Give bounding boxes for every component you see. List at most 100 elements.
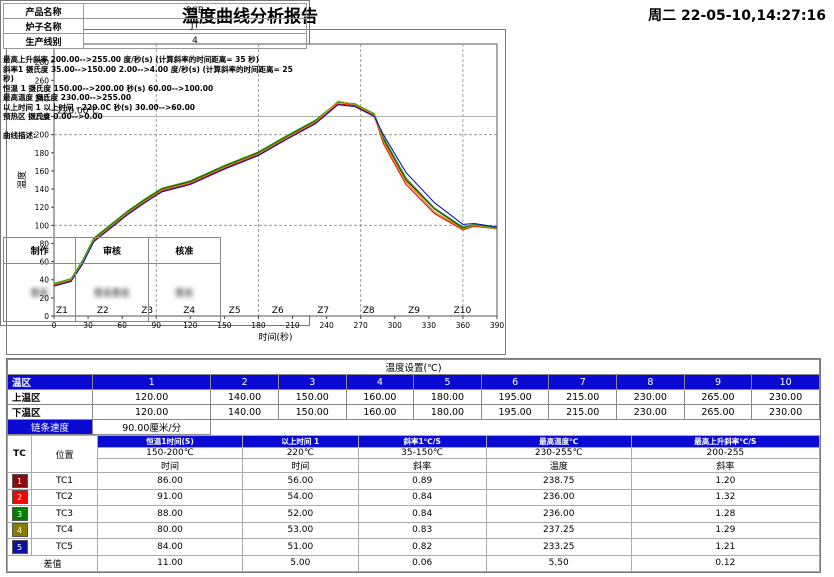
zone-temp-value: 120.00: [91, 404, 212, 420]
param-line: 预热区 摄氏度 0.00-->0.00: [3, 112, 103, 121]
x-tick-label: 300: [388, 321, 403, 330]
product-key: 生产线别: [3, 33, 84, 49]
zone-label: Z10: [454, 306, 472, 316]
approval-header: 核准: [147, 237, 222, 264]
product-row: 炉子名称 JT: [3, 18, 307, 34]
result-value: 238.75: [485, 472, 632, 490]
zone-label: Z9: [408, 306, 420, 316]
zone-temp-value: 230.00: [616, 389, 685, 405]
results-unit-row: 时间 时间 斜率 温度 斜率: [8, 458, 821, 473]
speed-value: 90.00厘米/分: [91, 419, 212, 435]
diff-value: 5.50: [485, 554, 632, 572]
product-key: 炉子名称: [3, 18, 84, 34]
result-value: 52.00: [242, 505, 359, 523]
x-tick-label: 330: [422, 321, 437, 330]
result-value: 1.21: [630, 538, 821, 556]
zone-temp-value: 120.00: [91, 389, 212, 405]
tc-name: TC4: [31, 521, 98, 539]
result-value: 1.28: [630, 505, 821, 523]
y-tick-label: 100: [35, 221, 50, 230]
zone-number: 10: [751, 374, 820, 390]
result-value: 0.84: [357, 505, 487, 523]
tc-header: TC: [7, 435, 32, 473]
tc-swatch-cell: 2: [7, 488, 32, 506]
zone-number: 6: [480, 374, 550, 390]
zone-number: 9: [683, 374, 753, 390]
group-unit: 斜率: [357, 458, 487, 473]
zone-temp-value: 150.00: [277, 404, 347, 420]
zone-label: Z7: [317, 306, 329, 316]
group-header: 最高上升斜率℃/S: [630, 435, 821, 448]
tc-swatch-cell: 1: [7, 472, 32, 490]
y-tick-label: 180: [35, 149, 50, 158]
zone-number: 1: [91, 374, 212, 390]
result-value: 56.00: [242, 472, 359, 490]
temp-settings-table: 温度设置(℃) 温区 1 2 3 4 5 6 7 8 9 10 上温区 120.00 140.00 150.0…: [7, 359, 820, 435]
zone-temp-value: 265.00: [683, 404, 753, 420]
position-header: 位置: [31, 435, 98, 473]
param-line: 恒温 1 摄氏度 150.00-->200.00 秒(s) 60.00-->10…: [3, 83, 214, 93]
result-value: 236.00: [485, 488, 632, 506]
x-tick-label: 240: [319, 321, 334, 330]
result-value: 91.00: [96, 488, 244, 506]
diff-value: 11.00: [96, 554, 244, 572]
result-value: 233.25: [485, 538, 632, 556]
group-unit: 温度: [485, 458, 632, 473]
results-range-row: 150-200℃ 220℃ 35-150℃ 230-255℃ 200-255: [8, 447, 821, 459]
zone-number: 5: [413, 374, 482, 390]
zone-temp-value: 195.00: [480, 389, 550, 405]
product-key: 产品名称: [3, 3, 84, 19]
diff-value: 5.00: [242, 554, 359, 572]
group-unit: 斜率: [630, 458, 821, 473]
x-tick-label: 90: [151, 321, 161, 330]
x-tick-label: 390: [490, 321, 505, 330]
zone-temp-value: 265.00: [683, 389, 753, 405]
result-value: 237.25: [485, 521, 632, 539]
x-tick-label: 150: [217, 321, 232, 330]
tc-swatch-cell: 3: [7, 505, 32, 523]
zone-header-row: 温区 1 2 3 4 5 6 7 8 9 10: [7, 374, 820, 390]
signature: 签名: [147, 263, 222, 322]
result-value: 0.82: [357, 538, 487, 556]
temp-settings-title: 温度设置(℃): [7, 359, 820, 375]
group-range: 200-255: [630, 447, 821, 459]
zone-label: Z6: [272, 306, 284, 316]
x-axis-label: 时间(秒): [258, 331, 292, 343]
zone-temp-value: 180.00: [413, 404, 482, 420]
tc-color-swatch: 2: [11, 490, 28, 505]
zone-temp-value: 160.00: [345, 389, 415, 405]
tc-name: TC2: [31, 488, 98, 506]
param-line: 最高上升斜率 200.00-->255.00 度/秒(s) (计算斜率的时间距离…: [3, 55, 260, 64]
zone-number: 4: [345, 374, 415, 390]
group-header: 斜率1℃/S: [357, 435, 487, 448]
approval-header: 制作: [2, 237, 77, 264]
result-value: 0.83: [357, 521, 487, 539]
zone-number: 7: [548, 374, 618, 390]
zone-temp-row: 下温区 120.00 140.00 150.00 160.00 180.00 195.00 2…: [7, 404, 820, 420]
product-value: PCB: [83, 3, 307, 19]
param-line: 最高温度 摄氏度 230.00-->255.00: [3, 93, 132, 102]
x-tick-label: 0: [52, 321, 57, 330]
result-value: 54.00: [242, 488, 359, 506]
result-value: 0.84: [357, 488, 487, 506]
zone-row-label: 上温区: [7, 389, 93, 405]
product-value: JT: [83, 18, 307, 34]
zone-label: Z8: [363, 306, 375, 316]
param-line: [3, 122, 307, 131]
zone-number: 8: [616, 374, 685, 390]
x-tick-label: 210: [285, 321, 300, 330]
zone-label: Z5: [229, 306, 241, 316]
speed-spacer: [211, 420, 820, 435]
tc-color-swatch: 5: [11, 539, 28, 554]
zone-temp-value: 230.00: [751, 389, 820, 405]
results-table: TC 位置 恒温1时间(S) 以上时间 1 斜率1℃/S 最高温度℃ 最高上升斜率℃/S 15…: [7, 435, 821, 572]
zone-number: 3: [277, 374, 347, 390]
zone-row-label: 下温区: [7, 404, 93, 420]
group-header: 最高温度℃: [485, 435, 632, 448]
approval-table: 制作 审核 核准 签名 签名签名 签名: [2, 237, 222, 322]
temp-settings-title-row: 温度设置(℃): [7, 359, 820, 375]
diff-value: 0.12: [630, 554, 821, 572]
result-row: 5 TC5 84.00 51.00 0.82 233.25 1.21: [7, 538, 821, 556]
x-tick-label: 120: [183, 321, 198, 330]
speed-row: 链条速度 90.00厘米/分: [7, 419, 820, 435]
